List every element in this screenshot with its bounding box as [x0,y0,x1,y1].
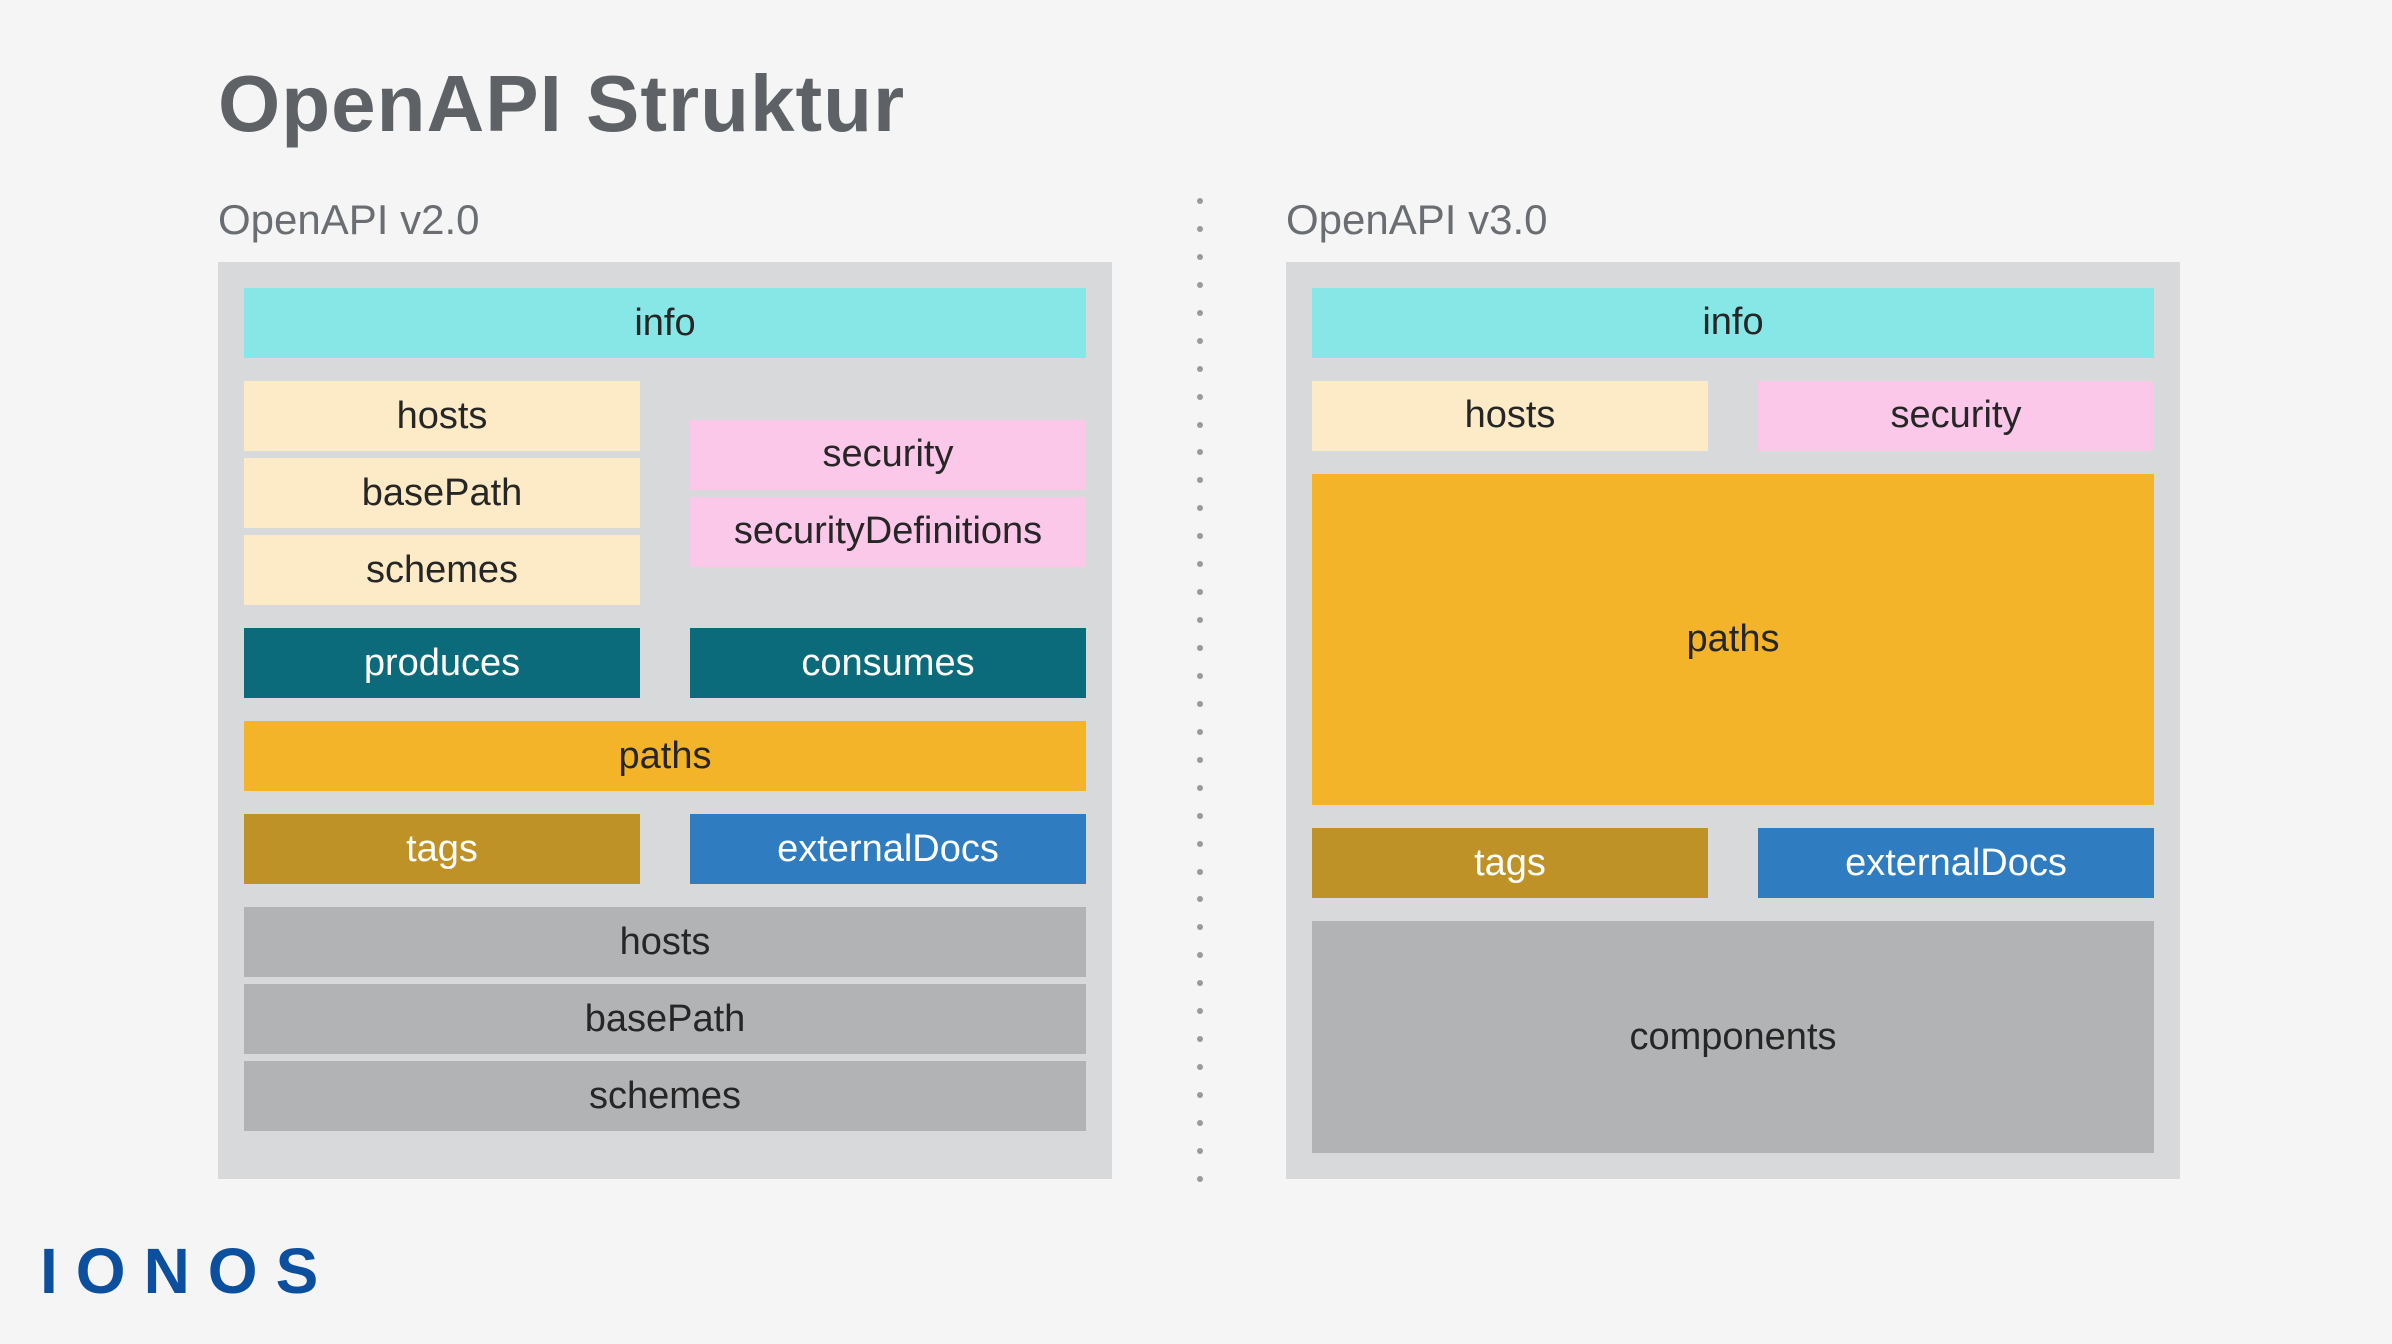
divider-dot [1197,1036,1203,1042]
divider-dot [1197,533,1203,539]
divider-dot [1197,701,1203,707]
divider-dot [1197,924,1203,930]
v2-hosts-box: hosts [244,381,640,451]
divider-dot [1197,617,1203,623]
v2-basepath-box: basePath [244,458,640,528]
divider-dot [1197,449,1203,455]
divider-dot [1197,673,1203,679]
v2-externaldocs-box: externalDocs [690,814,1086,884]
v2-gray-basepath-box: basePath [244,984,1086,1054]
panel-v3-inner: info hosts security paths tags externalD… [1312,288,2154,1153]
divider-dot [1197,841,1203,847]
page-title: OpenAPI Struktur [218,58,905,150]
diagram-stage: OpenAPI Struktur OpenAPI v2.0 OpenAPI v3… [0,0,2392,1344]
divider-dot [1197,785,1203,791]
divider-dot [1197,813,1203,819]
divider-dot [1197,980,1203,986]
v2-row-tags-docs: tags externalDocs [244,814,1086,884]
v2-securitydefs-box: securityDefinitions [690,497,1086,567]
v3-row-tags-docs: tags externalDocs [1312,828,2154,898]
divider-dot [1197,952,1203,958]
divider-dot [1197,254,1203,260]
v2-hosts-stack: hosts basePath schemes [244,381,640,605]
divider-dot [1197,757,1203,763]
divider-dot [1197,589,1203,595]
panel-openapi-v3: info hosts security paths tags externalD… [1286,262,2180,1179]
v2-tags-box: tags [244,814,640,884]
divider-dot [1197,1064,1203,1070]
divider-dot [1197,869,1203,875]
divider-dot [1197,394,1203,400]
divider-dot [1197,1176,1203,1182]
divider-dot [1197,505,1203,511]
column-divider [1197,198,1201,1182]
v2-produces-box: produces [244,628,640,698]
panel-v2-inner: info hosts basePath schemes security sec… [244,288,1086,1153]
divider-dot [1197,310,1203,316]
v2-security-box: security [690,420,1086,490]
column-v3-heading: OpenAPI v3.0 [1286,196,1548,244]
divider-dot [1197,282,1203,288]
v3-components-box: components [1312,921,2154,1153]
divider-dot [1197,1008,1203,1014]
v2-gray-hosts-box: hosts [244,907,1086,977]
divider-dot [1197,477,1203,483]
divider-dot [1197,198,1203,204]
v2-row-hosts-security: hosts basePath schemes security security… [244,381,1086,605]
v2-gray-schemes-box: schemes [244,1061,1086,1131]
v3-info-box: info [1312,288,2154,358]
divider-dot [1197,896,1203,902]
v3-tags-box: tags [1312,828,1708,898]
divider-dot [1197,561,1203,567]
divider-dot [1197,422,1203,428]
divider-dot [1197,729,1203,735]
v2-info-box: info [244,288,1086,358]
v2-gray-stack: hosts basePath schemes [244,907,1086,1131]
v2-schemes-box: schemes [244,535,640,605]
ionos-logo: IONOS [40,1234,336,1308]
v2-consumes-box: consumes [690,628,1086,698]
v3-paths-box: paths [1312,474,2154,805]
v3-hosts-box: hosts [1312,381,1708,451]
divider-dot [1197,1092,1203,1098]
divider-dot [1197,366,1203,372]
divider-dot [1197,1120,1203,1126]
divider-dot [1197,645,1203,651]
v3-externaldocs-box: externalDocs [1758,828,2154,898]
divider-dot [1197,226,1203,232]
v2-security-stack: security securityDefinitions [690,381,1086,605]
panel-openapi-v2: info hosts basePath schemes security sec… [218,262,1112,1179]
divider-dot [1197,1148,1203,1154]
column-v2-heading: OpenAPI v2.0 [218,196,480,244]
divider-dot [1197,338,1203,344]
v3-security-box: security [1758,381,2154,451]
v2-row-produces-consumes: produces consumes [244,628,1086,698]
v2-paths-box: paths [244,721,1086,791]
v3-row-hosts-security: hosts security [1312,381,2154,451]
